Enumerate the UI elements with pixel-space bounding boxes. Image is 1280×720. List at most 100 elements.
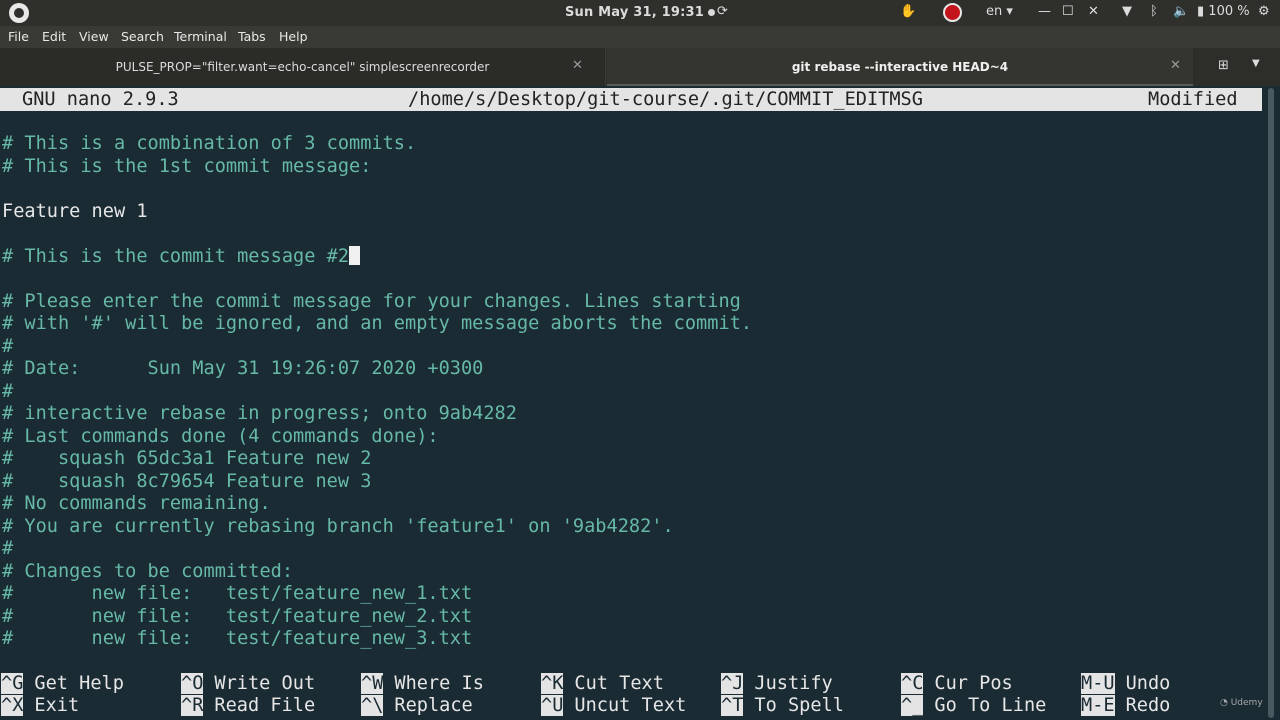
menu-search[interactable]: Search xyxy=(121,29,164,44)
battery-label: 100 % xyxy=(1208,4,1250,19)
shortcut-write-out[interactable]: ^O Write Out xyxy=(181,673,315,695)
nano-version: GNU nano 2.9.3 xyxy=(22,89,179,110)
menu-edit[interactable]: Edit xyxy=(42,29,66,44)
minimize-icon[interactable]: — xyxy=(1038,4,1051,19)
terminal-view[interactable]: GNU nano 2.9.3 /home/s/Desktop/git-cours… xyxy=(0,86,1280,720)
battery-icon: ▮ xyxy=(1197,4,1205,19)
language-label: en xyxy=(986,4,1003,19)
editor-line[interactable]: # xyxy=(2,336,13,358)
shortcut-label: Get Help xyxy=(34,673,124,694)
shortcut-undo[interactable]: M-U Undo xyxy=(1081,673,1170,695)
udemy-logo-icon: ◔ xyxy=(1220,698,1231,708)
shortcut-key: ^K xyxy=(541,673,564,694)
menu-terminal[interactable]: Terminal xyxy=(174,29,227,44)
editor-line[interactable]: # This is a combination of 3 commits. xyxy=(2,133,416,155)
chevron-down-icon: ▾ xyxy=(1006,4,1013,19)
tab-menu-button[interactable]: ▼ xyxy=(1252,58,1260,69)
editor-line[interactable]: # new file: test/feature_new_2.txt xyxy=(2,606,472,628)
udemy-watermark: ◔ Udemy xyxy=(1220,698,1263,708)
nano-titlebar: GNU nano 2.9.3 /home/s/Desktop/git-cours… xyxy=(0,88,1262,111)
menu-help[interactable]: Help xyxy=(279,29,308,44)
editor-line[interactable]: Feature new 1 xyxy=(2,201,148,223)
shortcut-key: ^G xyxy=(1,673,24,694)
shortcut-go-to-line[interactable]: ^_ Go To Line xyxy=(901,695,1046,717)
menu-view[interactable]: View xyxy=(79,29,109,44)
menu-tabs[interactable]: Tabs xyxy=(238,29,266,44)
shortcut-key: ^W xyxy=(361,673,384,694)
shortcut-label: Replace xyxy=(394,695,473,716)
tab-screenrecorder[interactable]: PULSE_PROP="filter.want=echo-cancel" sim… xyxy=(0,48,606,86)
shortcut-key: ^U xyxy=(541,695,564,716)
new-tab-icon: ⊞ xyxy=(1218,58,1229,73)
close-icon[interactable]: ✕ xyxy=(572,58,583,73)
shortcut-key: ^J xyxy=(721,673,744,694)
editor-line[interactable]: # with '#' will be ignored, and an empty… xyxy=(2,313,752,335)
editor-line-text: # This is the commit message #2 xyxy=(2,246,350,267)
editor-line[interactable]: # Changes to be committed: xyxy=(2,561,293,583)
shortcut-read-file[interactable]: ^R Read File xyxy=(181,695,315,717)
menu-file[interactable]: File xyxy=(8,29,29,44)
editor-line[interactable]: # No commands remaining. xyxy=(2,493,271,515)
editor-line[interactable]: # xyxy=(2,381,13,403)
close-icon[interactable]: ✕ xyxy=(1170,58,1181,73)
battery-indicator[interactable]: ▮ 100 % xyxy=(1197,4,1250,19)
shortcut-key: M-E xyxy=(1081,695,1115,716)
shortcut-cur-pos[interactable]: ^C Cur Pos xyxy=(901,673,1013,695)
shortcut-uncut-text[interactable]: ^U Uncut Text xyxy=(541,695,686,717)
text-cursor xyxy=(349,246,361,265)
shortcut-key: ^\ xyxy=(361,695,384,716)
system-top-panel: Sun May 31, 19:31 ⟳ ✋ en ▾ — ☐ ✕ ▼ ᛒ 🔈 ▮… xyxy=(0,0,1280,26)
editor-line[interactable]: # squash 65dc3a1 Feature new 2 xyxy=(2,448,371,470)
record-icon[interactable] xyxy=(943,3,962,22)
hand-icon[interactable]: ✋ xyxy=(900,4,916,19)
tab-git-rebase[interactable]: git rebase --interactive HEAD~4 ✕ xyxy=(607,48,1193,86)
editor-line[interactable]: # new file: test/feature_new_1.txt xyxy=(2,583,472,605)
shortcut-replace[interactable]: ^\ Replace xyxy=(361,695,473,717)
terminal-tabbar: PULSE_PROP="filter.want=echo-cancel" sim… xyxy=(0,48,1280,86)
shortcut-label: To Spell xyxy=(754,695,844,716)
editor-line[interactable]: # Last commands done (4 commands done): xyxy=(2,426,439,448)
editor-line[interactable]: # squash 8c79654 Feature new 3 xyxy=(2,471,371,493)
gear-icon[interactable]: ⚙ xyxy=(1258,4,1270,19)
shortcut-label: Read File xyxy=(214,695,316,716)
language-indicator[interactable]: en ▾ xyxy=(986,4,1013,19)
refresh-icon[interactable]: ⟳ xyxy=(717,4,728,19)
clock-text: Sun May 31, 19:31 xyxy=(564,5,705,20)
editor-line[interactable]: # new file: test/feature_new_3.txt xyxy=(2,628,472,650)
shortcut-get-help[interactable]: ^G Get Help xyxy=(1,673,124,695)
shortcut-where-is[interactable]: ^W Where Is xyxy=(361,673,484,695)
editor-line[interactable]: # xyxy=(2,538,13,560)
shortcut-key: M-U xyxy=(1081,673,1115,694)
volume-icon[interactable]: 🔈 xyxy=(1173,4,1189,19)
maximize-icon[interactable]: ☐ xyxy=(1062,4,1074,19)
editor-line[interactable]: # interactive rebase in progress; onto 9… xyxy=(2,403,517,425)
shortcut-cut-text[interactable]: ^K Cut Text xyxy=(541,673,664,695)
shortcut-key: ^O xyxy=(181,673,204,694)
shortcut-label: Where Is xyxy=(394,673,484,694)
nano-filepath: /home/s/Desktop/git-course/.git/COMMIT_E… xyxy=(408,89,923,110)
shortcut-label: Undo xyxy=(1125,673,1171,694)
editor-line[interactable]: # This is the 1st commit message: xyxy=(2,156,371,178)
shortcut-key: ^T xyxy=(721,695,744,716)
shortcut-redo[interactable]: M-E Redo xyxy=(1081,695,1170,717)
new-tab-button[interactable]: ⊞ xyxy=(1207,58,1240,78)
shortcut-label: Justify xyxy=(754,673,833,694)
tab-label: git rebase --interactive HEAD~4 xyxy=(791,60,1009,74)
editor-line-current[interactable]: # This is the commit message #2 xyxy=(2,246,361,268)
editor-line[interactable]: # You are currently rebasing branch 'fea… xyxy=(2,516,674,538)
shortcut-label: Go To Line xyxy=(934,695,1047,716)
nano-modified-status: Modified xyxy=(1148,89,1238,110)
shortcut-to-spell[interactable]: ^T To Spell xyxy=(721,695,844,717)
wifi-icon[interactable]: ▼ xyxy=(1122,4,1132,19)
shortcut-label: Exit xyxy=(34,695,80,716)
shortcut-exit[interactable]: ^X Exit xyxy=(1,695,79,717)
tab-label: PULSE_PROP="filter.want=echo-cancel" sim… xyxy=(115,60,490,74)
shortcut-justify[interactable]: ^J Justify xyxy=(721,673,833,695)
terminal-scrollbar[interactable] xyxy=(1268,88,1274,718)
editor-line[interactable]: # Please enter the commit message for yo… xyxy=(2,291,741,313)
editor-line[interactable]: # Date: Sun May 31 19:26:07 2020 +0300 xyxy=(2,358,483,380)
shortcut-key: ^_ xyxy=(901,695,924,716)
bluetooth-icon[interactable]: ᛒ xyxy=(1150,4,1158,19)
shortcut-label: Redo xyxy=(1125,695,1171,716)
close-icon[interactable]: ✕ xyxy=(1088,4,1099,19)
